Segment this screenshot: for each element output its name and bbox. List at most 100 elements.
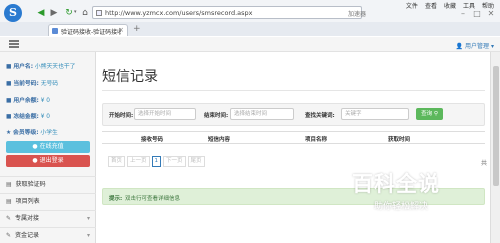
logout-button[interactable]: ● 退出登录 xyxy=(6,155,90,167)
user-menu-label: 用户管理 xyxy=(465,43,490,50)
logout-label: 退出登录 xyxy=(39,157,64,164)
browser-menu: 文件 查看 收藏 工具 帮助 xyxy=(406,1,494,10)
user-icon: ■ xyxy=(6,64,12,70)
keyword-input[interactable] xyxy=(341,108,409,120)
col-project-name[interactable]: 项目名称 xyxy=(305,135,327,143)
chevron-down-icon: ▾ xyxy=(490,43,494,50)
level-label: 会员等级: xyxy=(13,130,39,136)
sidebar-item-projects[interactable]: ▤ 项目列表 xyxy=(0,193,96,210)
user-menu[interactable]: 👤 用户管理 ▾ xyxy=(456,41,494,50)
sidebar-item-dedicated[interactable]: ✎ 专属对接 ▾ xyxy=(0,210,96,227)
balance-value: ¥ 0 xyxy=(40,98,50,104)
back-icon[interactable]: ◀ xyxy=(36,8,46,18)
frozen-label: 冻结金额: xyxy=(13,114,39,120)
menu-view[interactable]: 查看 xyxy=(425,1,437,10)
star-icon: ★ xyxy=(6,130,12,136)
page-prev[interactable]: 上一页 xyxy=(127,156,150,167)
page-icon xyxy=(96,10,102,16)
watermark-title: 百科全说 xyxy=(352,172,440,196)
end-time-input[interactable] xyxy=(230,108,294,120)
reload-icon[interactable]: ↻ xyxy=(64,8,74,18)
page-next[interactable]: 下一页 xyxy=(163,156,186,167)
scroll-thumb[interactable] xyxy=(493,66,499,186)
col-sms-content[interactable]: 短信内容 xyxy=(208,135,230,143)
new-tab-button[interactable]: + xyxy=(133,24,141,34)
start-time-input[interactable] xyxy=(134,108,196,120)
sidebar-item-funds[interactable]: ✎ 资金记录 ▾ xyxy=(0,227,96,243)
logout-icon: ● xyxy=(32,157,38,164)
filter-panel: 开始时间: 结束时间: 查找关键词: 查询 ⚲ xyxy=(102,103,485,126)
search-button[interactable]: 查询 ⚲ xyxy=(416,108,443,120)
toolbar-icons: – □ ✕ xyxy=(459,10,495,18)
address-bar[interactable]: http://www.yzmcx.com/users/smsrecord.asp… xyxy=(92,6,362,19)
end-time-label: 结束时间: xyxy=(204,113,229,119)
online-recharge-label: 在线充值 xyxy=(39,143,64,150)
start-time-label: 开始时间: xyxy=(109,113,134,119)
maximize-icon[interactable]: □ xyxy=(473,10,481,18)
menu-file[interactable]: 文件 xyxy=(406,1,418,10)
tab-bar: 验证码接收-验证码接收平台 × + xyxy=(0,22,500,36)
reload-dropdown-icon[interactable]: ▾ xyxy=(74,9,77,15)
user-icon: 👤 xyxy=(455,43,464,50)
col-receive-number[interactable]: 接收号码 xyxy=(141,135,163,143)
balance-label: 用户余额: xyxy=(13,98,39,104)
tab-favicon-icon xyxy=(52,28,58,34)
username-value: 小熊天天也干了 xyxy=(34,64,76,70)
chevron-down-icon: ▾ xyxy=(86,232,90,239)
minimize-icon[interactable]: – xyxy=(459,10,467,18)
watermark-subtitle: 助你轻松解决 xyxy=(374,202,429,212)
phone-value: 无号码 xyxy=(40,81,59,87)
url-text[interactable]: http://www.yzmcx.com/users/smsrecord.asp… xyxy=(105,9,253,17)
search-button-label: 查询 xyxy=(421,111,433,117)
tab-close-icon[interactable]: × xyxy=(118,26,124,34)
watermark: 百科全说 助你轻松解决 xyxy=(352,168,464,220)
link-icon: ✎ xyxy=(6,215,12,222)
page-first[interactable]: 首页 xyxy=(108,156,126,167)
menu-toggle-icon[interactable] xyxy=(9,40,19,48)
online-recharge-button[interactable]: ● 在线充值 xyxy=(6,141,90,153)
alert-label: 提示: xyxy=(109,196,123,202)
sidebar-item-label: 资金记录 xyxy=(14,232,39,239)
sidebar-nav: ▤ 获取验证码 ▤ 项目列表 ✎ 专属对接 ▾ ✎ 资金记录 ▾ xyxy=(0,176,96,243)
list-icon: ▤ xyxy=(6,181,12,188)
info-balance: ■ 用户余额: ¥ 0 xyxy=(6,95,50,104)
alert-text: 双击行可查看详细信息 xyxy=(125,196,181,202)
sidebar-item-get-code[interactable]: ▤ 获取验证码 xyxy=(0,176,96,193)
page-current[interactable]: 1 xyxy=(151,156,162,167)
lock-icon: ■ xyxy=(6,114,12,120)
app-header: 👤 用户管理 ▾ xyxy=(0,37,500,52)
forward-icon[interactable]: ▶ xyxy=(49,8,59,18)
money-icon: ✎ xyxy=(6,232,12,239)
title-divider xyxy=(102,90,485,91)
accelerator-label[interactable]: 加速器 xyxy=(348,9,366,18)
page-title: 短信记录 xyxy=(102,69,158,85)
sidebar-item-label: 获取验证码 xyxy=(15,181,46,188)
table-header: 接收号码 短信内容 项目名称 获取时间 xyxy=(102,131,485,144)
browser-logo-icon[interactable]: S xyxy=(4,4,22,22)
wallet-icon: ■ xyxy=(6,98,12,104)
phone-label: 当前号码: xyxy=(13,81,39,87)
frozen-value: ¥ 0 xyxy=(40,114,50,120)
level-value: 小学生 xyxy=(40,130,58,136)
sidebar: ■ 用户名: 小熊天天也干了 ■ 当前号码: 无号码 ■ 用户余额: ¥ 0 ■… xyxy=(0,52,96,243)
menu-favorites[interactable]: 收藏 xyxy=(444,1,456,10)
close-window-icon[interactable]: ✕ xyxy=(487,10,495,18)
chevron-down-icon: ▾ xyxy=(86,215,90,222)
pagination: 首页 上一页 1 下一页 尾页 xyxy=(108,156,205,167)
sidebar-item-label: 专属对接 xyxy=(14,215,39,222)
keyword-label: 查找关键词: xyxy=(305,113,335,119)
home-icon[interactable]: ⌂ xyxy=(80,8,90,18)
sidebar-item-label: 项目列表 xyxy=(15,198,40,205)
col-fetch-time[interactable]: 获取时间 xyxy=(388,135,410,143)
page-scrollbar[interactable] xyxy=(490,52,500,243)
username-label: 用户名: xyxy=(13,64,34,70)
page-last[interactable]: 尾页 xyxy=(187,156,205,167)
recharge-icon: ● xyxy=(32,143,38,150)
list-icon: ▤ xyxy=(6,198,12,205)
info-level: ★ 会员等级: 小学生 xyxy=(6,127,58,136)
phone-icon: ■ xyxy=(6,81,12,87)
tab-active[interactable]: 验证码接收-验证码接收平台 × xyxy=(48,24,128,36)
info-username: ■ 用户名: 小熊天天也干了 xyxy=(6,61,75,70)
info-phone: ■ 当前号码: 无号码 xyxy=(6,78,58,87)
info-frozen: ■ 冻结金额: ¥ 0 xyxy=(6,111,50,120)
